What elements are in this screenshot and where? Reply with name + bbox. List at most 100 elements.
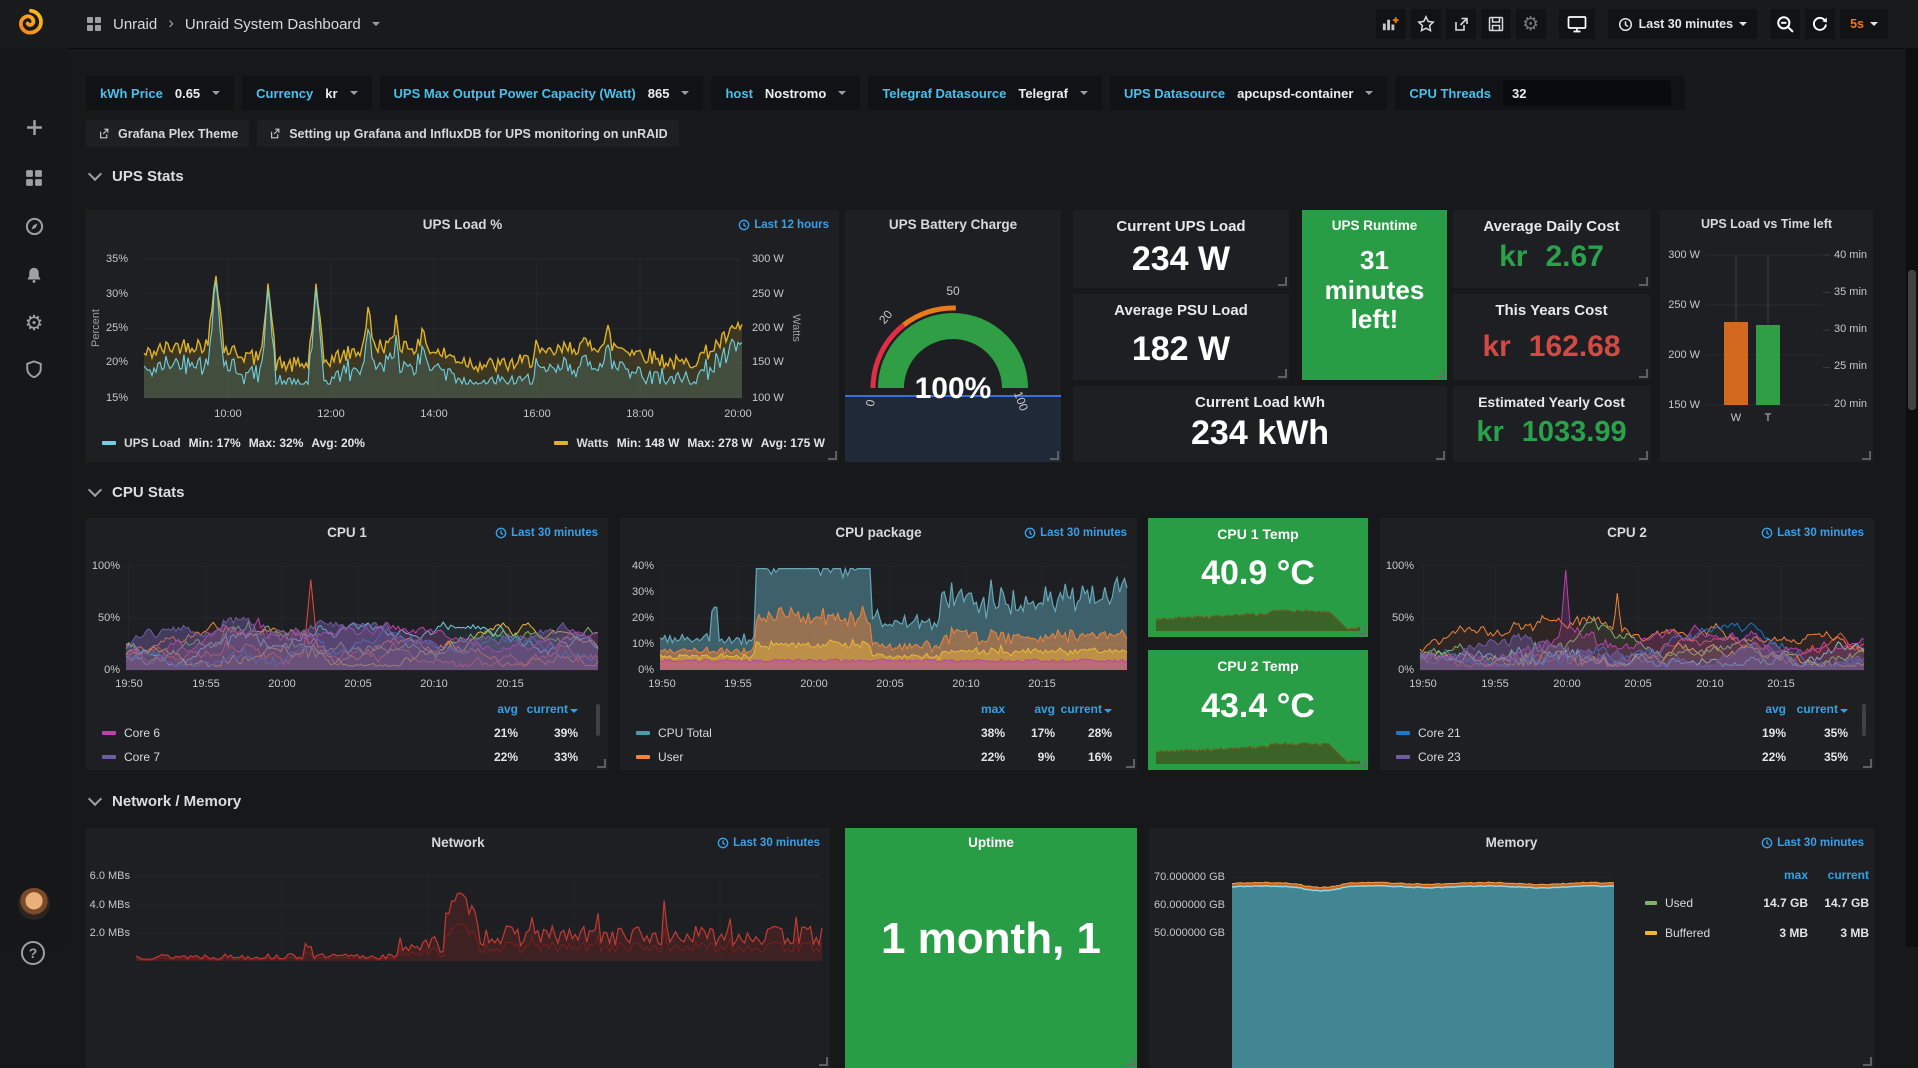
panel-resize-handle[interactable] bbox=[1639, 451, 1648, 460]
panel-resize-handle[interactable] bbox=[1863, 1057, 1872, 1066]
panel-resize-handle[interactable] bbox=[828, 451, 837, 460]
legend-series-name[interactable]: Core 6 bbox=[124, 726, 160, 740]
network-chart[interactable] bbox=[86, 828, 830, 1068]
memory-chart[interactable] bbox=[1149, 828, 1874, 1068]
sidebar: ⚙ ? bbox=[0, 48, 68, 947]
variable-currency[interactable]: Currency kr bbox=[242, 76, 371, 110]
panel-resize-handle[interactable] bbox=[1639, 277, 1648, 286]
panel-title[interactable]: Uptime bbox=[875, 835, 1107, 850]
panel-title[interactable]: Average PSU Load bbox=[1079, 302, 1283, 319]
section-network-memory[interactable]: Network / Memory bbox=[90, 793, 241, 810]
legend-col-avg[interactable]: avg bbox=[458, 702, 518, 716]
refresh-button[interactable] bbox=[1805, 9, 1835, 39]
legend-col-current[interactable]: current bbox=[518, 702, 578, 716]
legend-row: Core 23 bbox=[1396, 750, 1461, 764]
section-ups-stats[interactable]: UPS Stats bbox=[90, 168, 184, 185]
variable-value: apcupsd-container bbox=[1237, 86, 1353, 101]
legend-series-name[interactable]: Buffered bbox=[1665, 926, 1710, 940]
x-tick: 12:00 bbox=[309, 408, 353, 420]
server-admin-shield-icon[interactable] bbox=[14, 349, 54, 389]
favorite-star-button[interactable] bbox=[1411, 9, 1441, 39]
settings-gear-icon[interactable]: ⚙ bbox=[1516, 9, 1546, 39]
legend-current-value: 28% bbox=[1052, 726, 1112, 740]
breadcrumb-folder[interactable]: Unraid bbox=[113, 16, 157, 33]
panel-resize-handle[interactable] bbox=[597, 759, 606, 768]
variable-ups-max-output[interactable]: UPS Max Output Power Capacity (Watt) 865 bbox=[380, 76, 704, 110]
ups-vs-time-chart[interactable] bbox=[1660, 210, 1873, 462]
legend-series-name[interactable]: UPS Load bbox=[124, 436, 181, 450]
dashboards-grid-icon[interactable] bbox=[86, 16, 102, 32]
refresh-interval-picker[interactable]: 5s bbox=[1840, 9, 1888, 39]
link-ups-monitoring-guide[interactable]: Setting up Grafana and InfluxDB for UPS … bbox=[257, 120, 678, 147]
panel-resize-handle[interactable] bbox=[1639, 369, 1648, 378]
save-button[interactable] bbox=[1481, 9, 1511, 39]
variable-label: Currency bbox=[256, 86, 313, 101]
create-plus-icon[interactable] bbox=[14, 107, 54, 147]
panel-cpu-package: CPU package Last 30 minutes 40% 30% 20% … bbox=[620, 518, 1137, 770]
panel-title[interactable]: Average Daily Cost bbox=[1459, 218, 1644, 235]
page-scrollbar-thumb[interactable] bbox=[1908, 270, 1916, 410]
panel-resize-handle[interactable] bbox=[1436, 451, 1445, 460]
panel-title[interactable]: This Years Cost bbox=[1459, 302, 1644, 319]
legend-series-name[interactable]: Watts bbox=[576, 436, 608, 450]
ups-load-chart[interactable] bbox=[86, 210, 839, 462]
zoom-out-button[interactable] bbox=[1770, 9, 1800, 39]
y-tick-right: 100 W bbox=[752, 392, 792, 404]
panel-resize-handle[interactable] bbox=[1357, 759, 1366, 768]
legend-series-name[interactable]: Used bbox=[1665, 896, 1693, 910]
legend-col-max[interactable]: max bbox=[1756, 868, 1808, 882]
grafana-dashboard: { "colors":{"accent_orange":"#eb7b18","l… bbox=[0, 0, 1918, 947]
panel-resize-handle[interactable] bbox=[1278, 369, 1287, 378]
panel-title[interactable]: CPU 1 Temp bbox=[1154, 526, 1362, 542]
panel-resize-handle[interactable] bbox=[1436, 369, 1445, 378]
legend-series-name[interactable]: User bbox=[658, 750, 683, 764]
user-avatar[interactable] bbox=[18, 888, 50, 920]
configuration-gear-icon[interactable]: ⚙ bbox=[14, 303, 54, 343]
legend-col-current[interactable]: current bbox=[1052, 702, 1112, 716]
panel-resize-handle[interactable] bbox=[1126, 759, 1135, 768]
add-panel-button[interactable] bbox=[1376, 9, 1406, 39]
legend-col-current[interactable]: current bbox=[1817, 868, 1869, 882]
panel-title[interactable]: Estimated Yearly Cost bbox=[1459, 394, 1644, 410]
panel-resize-handle[interactable] bbox=[1863, 759, 1872, 768]
panel-resize-handle[interactable] bbox=[1278, 277, 1287, 286]
dashboards-icon[interactable] bbox=[14, 158, 54, 198]
share-button[interactable] bbox=[1446, 9, 1476, 39]
legend-scrollbar-thumb[interactable] bbox=[596, 704, 600, 736]
alerting-bell-icon[interactable] bbox=[14, 255, 54, 295]
variable-ups-datasource[interactable]: UPS Datasource apcupsd-container bbox=[1110, 76, 1387, 110]
legend-col-avg[interactable]: avg bbox=[1726, 702, 1786, 716]
dashboard-title[interactable]: Unraid System Dashboard bbox=[185, 16, 361, 33]
legend-scrollbar-thumb[interactable] bbox=[1862, 704, 1866, 736]
panel-title[interactable]: Current UPS Load bbox=[1079, 218, 1283, 235]
link-grafana-plex-theme[interactable]: Grafana Plex Theme bbox=[86, 120, 249, 147]
battery-gauge[interactable] bbox=[845, 210, 1061, 462]
legend-series-name[interactable]: Core 7 bbox=[124, 750, 160, 764]
panel-resize-handle[interactable] bbox=[819, 1057, 828, 1066]
panel-title[interactable]: Current Load kWh bbox=[1079, 394, 1441, 411]
panel-title[interactable]: CPU 2 Temp bbox=[1154, 658, 1362, 674]
time-range-picker[interactable]: Last 30 minutes bbox=[1608, 9, 1757, 39]
legend-row: Core 21 bbox=[1396, 726, 1461, 740]
panel-title[interactable]: UPS Runtime bbox=[1308, 218, 1441, 233]
legend-col-current[interactable]: current bbox=[1788, 702, 1848, 716]
panel-average-daily-cost: Average Daily Cost kr2.67 bbox=[1453, 210, 1650, 288]
variable-telegraf-datasource[interactable]: Telegraf Datasource Telegraf bbox=[868, 76, 1102, 110]
legend-col-avg[interactable]: avg bbox=[995, 702, 1055, 716]
legend-series-name[interactable]: Core 21 bbox=[1418, 726, 1461, 740]
panel-resize-handle[interactable] bbox=[1357, 626, 1366, 635]
help-icon[interactable]: ? bbox=[21, 941, 45, 965]
legend-series-name[interactable]: CPU Total bbox=[658, 726, 712, 740]
dashboard-picker-caret-icon[interactable] bbox=[372, 22, 380, 26]
explore-compass-icon[interactable] bbox=[14, 206, 54, 246]
variable-host[interactable]: host Nostromo bbox=[711, 76, 860, 110]
legend-series-name[interactable]: Core 23 bbox=[1418, 750, 1461, 764]
panel-resize-handle[interactable] bbox=[1126, 1057, 1135, 1066]
grafana-logo[interactable] bbox=[11, 5, 49, 43]
variable-kwh-price[interactable]: kWh Price 0.65 bbox=[86, 76, 234, 110]
section-cpu-stats[interactable]: CPU Stats bbox=[90, 484, 185, 501]
tv-mode-button[interactable] bbox=[1559, 9, 1595, 39]
panel-resize-handle[interactable] bbox=[1862, 451, 1871, 460]
cpu-threads-input[interactable]: 32 bbox=[1503, 80, 1671, 106]
panel-resize-handle[interactable] bbox=[1050, 451, 1059, 460]
